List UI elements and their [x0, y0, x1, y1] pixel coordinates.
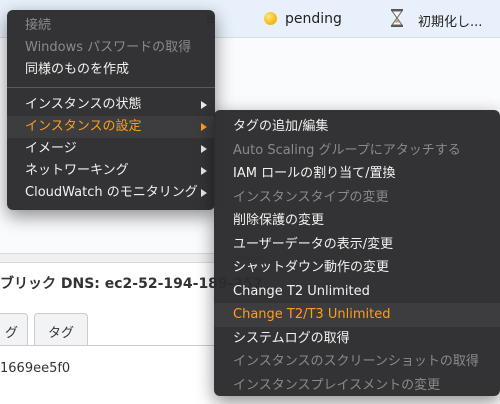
submenu-item-add-edit-tags[interactable]: タグの追加/編集: [214, 115, 500, 139]
chevron-right-icon: [201, 123, 207, 131]
menu-item-cloudwatch-monitoring[interactable]: CloudWatch のモニタリング: [7, 182, 215, 204]
pending-status-icon: [264, 12, 277, 25]
tab-tags[interactable]: タグ: [34, 313, 88, 346]
instance-state-cell: pending: [285, 11, 342, 27]
submenu-item-shutdown-behavior[interactable]: シャットダウン動作の変更: [214, 256, 500, 280]
menu-item-networking[interactable]: ネットワーキング: [7, 160, 215, 182]
menu-item-image[interactable]: イメージ: [7, 138, 215, 160]
menu-item-instance-settings[interactable]: インスタンスの設定: [7, 116, 215, 138]
hourglass-icon: [391, 9, 403, 27]
menu-item-launch-more-like-this[interactable]: 同様のものを作成: [7, 59, 215, 81]
chevron-right-icon: [201, 101, 207, 109]
menu-item-label: インスタンスの状態: [25, 97, 142, 112]
menu-separator: [7, 87, 215, 88]
tab-monitoring-partial[interactable]: グ: [0, 313, 28, 346]
menu-item-label: CloudWatch のモニタリング: [25, 185, 198, 200]
submenu-item-change-instance-type: インスタンスタイプの変更: [233, 189, 389, 205]
chevron-right-icon: [201, 167, 207, 175]
submenu-item-attach-auto-scaling: Auto Scaling グループにアタッチする: [233, 142, 461, 158]
menu-item-label: イメージ: [25, 141, 77, 156]
menu-item-label: ネットワーキング: [25, 163, 129, 178]
menu-item-get-windows-password: Windows パスワードの取得: [25, 40, 192, 55]
status-check-cell: 初期化し...: [418, 15, 483, 30]
submenu-item-change-t2-t3-unlimited[interactable]: Change T2/T3 Unlimited: [214, 303, 500, 327]
instance-actions-menu: 接続 Windows パスワードの取得 同様のものを作成 インスタンスの状態 イ…: [7, 10, 215, 210]
submenu-item-get-system-log[interactable]: システムログの取得: [214, 327, 500, 351]
chevron-right-icon: [201, 189, 207, 197]
submenu-item-change-t2-unlimited[interactable]: Change T2 Unlimited: [214, 280, 500, 304]
menu-item-label: インスタンスの設定: [25, 119, 142, 134]
instance-id-value: 1669ee5f0: [0, 361, 71, 376]
submenu-item-get-screenshot: インスタンスのスクリーンショットの取得: [233, 354, 479, 369]
submenu-item-user-data[interactable]: ユーザーデータの表示/変更: [214, 233, 500, 257]
submenu-item-termination-protection[interactable]: 削除保護の変更: [214, 209, 500, 233]
menu-item-connect: 接続: [25, 18, 52, 33]
submenu-item-iam-role[interactable]: IAM ロールの割り当て/置換: [214, 162, 500, 186]
chevron-right-icon: [201, 145, 207, 153]
submenu-item-modify-placement: インスタンスプレイスメントの変更: [233, 377, 441, 393]
instance-settings-submenu: タグの追加/編集 Auto Scaling グループにアタッチする IAM ロー…: [214, 110, 500, 396]
menu-item-instance-state[interactable]: インスタンスの状態: [7, 94, 215, 116]
